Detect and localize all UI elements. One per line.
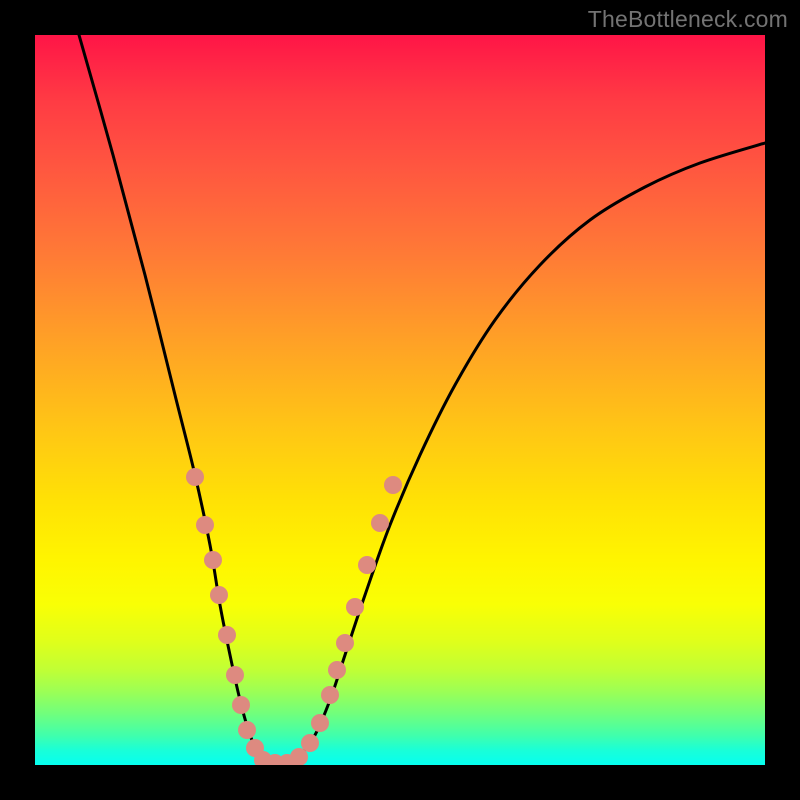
highlight-dot	[226, 666, 244, 684]
highlight-dot	[371, 514, 389, 532]
highlight-dots-group	[186, 468, 402, 765]
watermark-text: TheBottleneck.com	[588, 6, 788, 33]
highlight-dot	[204, 551, 222, 569]
highlight-dot	[384, 476, 402, 494]
highlight-dot	[196, 516, 214, 534]
highlight-dot	[328, 661, 346, 679]
highlight-dot	[336, 634, 354, 652]
highlight-dot	[346, 598, 364, 616]
bottleneck-curve	[79, 35, 765, 764]
highlight-dot	[210, 586, 228, 604]
highlight-dot	[358, 556, 376, 574]
highlight-dot	[311, 714, 329, 732]
highlight-dot	[321, 686, 339, 704]
highlight-dot	[186, 468, 204, 486]
highlight-dot	[238, 721, 256, 739]
highlight-dot	[218, 626, 236, 644]
chart-svg	[35, 35, 765, 765]
highlight-dot	[301, 734, 319, 752]
highlight-dot	[232, 696, 250, 714]
chart-plot-area	[35, 35, 765, 765]
